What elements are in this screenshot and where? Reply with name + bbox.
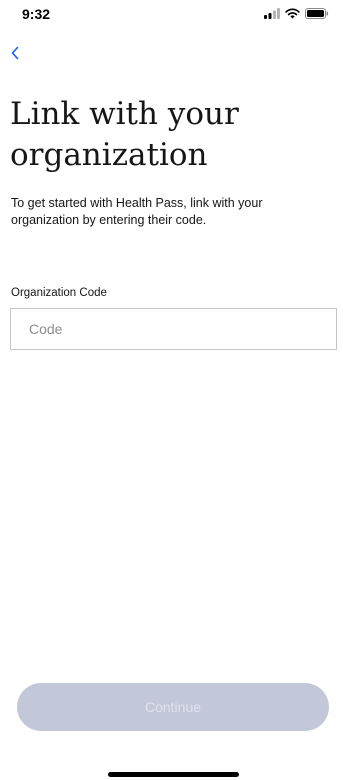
status-time: 9:32 <box>22 6 51 22</box>
organization-code-label: Organization Code <box>11 287 107 299</box>
chevron-left-icon <box>10 46 20 65</box>
intro-text: To get started with Health Pass, link wi… <box>11 196 263 227</box>
status-bar: 9:32 <box>0 0 343 32</box>
back-button[interactable] <box>4 44 26 66</box>
status-icons <box>264 8 329 19</box>
wifi-icon <box>285 8 300 19</box>
cellular-signal-icon <box>264 8 280 19</box>
organization-code-input[interactable] <box>10 308 337 350</box>
page-title: Link with your organization <box>10 96 239 173</box>
battery-icon <box>305 8 329 19</box>
home-indicator <box>108 772 239 777</box>
continue-button[interactable]: Continue <box>17 683 329 731</box>
